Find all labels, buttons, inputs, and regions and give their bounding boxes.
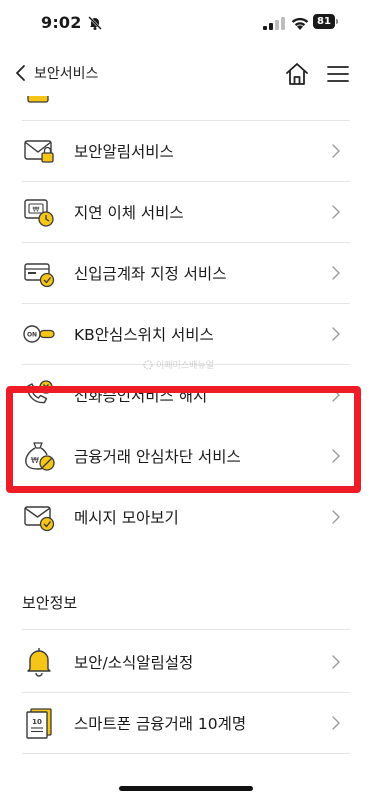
chevron-right-icon [332,448,340,463]
chevron-right-icon [332,265,340,280]
list-item-label: 지연 이체 서비스 [74,203,184,222]
battery-tip [336,19,338,24]
nav-bar: 보안서비스 [0,50,371,96]
money-bag-block-icon: ₩ [25,441,55,471]
status-bar: 9:02 81 [0,0,371,46]
svg-text:₩: ₩ [31,456,39,465]
chevron-right-icon [332,204,340,219]
list-item-notification-settings[interactable]: 보안/소식알림설정 [0,631,371,692]
list-item-label: 금융거래 안심차단 서비스 [74,447,241,466]
list-item-financial-block[interactable]: ₩ 금융거래 안심차단 서비스 [0,425,371,486]
bell-slash-icon [88,16,102,30]
chevron-right-icon [332,654,340,669]
hamburger-menu-icon[interactable] [325,62,351,86]
list-item-label: 신입금계좌 지정 서비스 [74,264,227,283]
bell-icon [27,647,51,677]
list-item-label: KB안심스위치 서비스 [74,325,214,344]
list-item-phone-approval[interactable]: 전화승인서비스 해지 [0,364,371,425]
toggle-switch-icon: ON [23,324,55,343]
page-title: 보안서비스 [34,66,99,82]
section-title: 보안정보 [22,594,78,612]
document-10-icon: 10 [26,707,52,739]
back-button[interactable]: 보안서비스 [14,60,98,86]
card-check-icon [24,262,55,287]
chevron-right-icon [332,509,340,524]
envelope-check-icon [24,505,55,531]
battery-icon: 81 [313,14,335,29]
divider [22,753,350,754]
list-item-label: 보안/소식알림설정 [74,653,194,672]
list-item-label: 전화승인서비스 해지 [74,386,208,405]
list-item-message-box[interactable]: 메시지 모아보기 [0,486,371,547]
phone-cancel-icon [27,379,53,403]
partial-item-text [74,96,190,98]
chevron-right-icon [332,715,340,730]
svg-text:₩: ₩ [33,205,40,213]
svg-text:ON: ON [27,331,37,338]
wifi-icon [291,17,309,30]
home-indicator [119,786,253,791]
list-item-partial [0,96,371,120]
home-icon[interactable] [283,60,311,88]
list-item-label: 스마트폰 금융거래 10계명 [74,714,247,733]
partial-item-icon [27,96,49,103]
chevron-right-icon [332,326,340,341]
status-time: 9:02 [41,13,82,32]
cellular-signal-icon [263,17,285,30]
transfer-clock-icon: ₩ [24,198,54,227]
envelope-lock-icon [24,139,54,163]
chevron-right-icon [332,387,340,402]
chevron-right-icon [332,143,340,158]
svg-text:10: 10 [32,718,42,726]
list-item-delayed-transfer[interactable]: ₩ 지연 이체 서비스 [0,181,371,242]
divider [22,629,350,630]
chevron-left-icon [16,65,25,81]
list-item-new-account[interactable]: 신입금계좌 지정 서비스 [0,242,371,303]
list-item-label: 메시지 모아보기 [74,508,179,527]
list-item-security-alert[interactable]: 보안알림서비스 [0,120,371,181]
list-item-ten-rules[interactable]: 10 스마트폰 금융거래 10계명 [0,692,371,753]
list-item-label: 보안알림서비스 [74,142,174,161]
list-item-kb-switch[interactable]: ON KB안심스위치 서비스 [0,303,371,364]
